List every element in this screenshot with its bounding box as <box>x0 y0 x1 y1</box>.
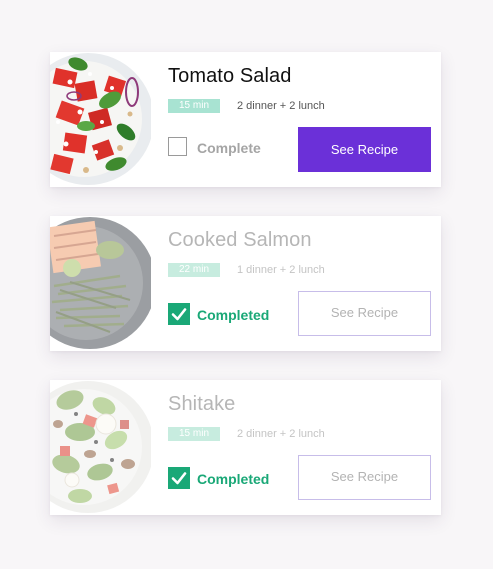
see-recipe-button[interactable]: See Recipe <box>298 291 431 336</box>
completed-checkbox[interactable] <box>168 467 190 489</box>
prep-time-badge: 15 min <box>168 99 220 113</box>
salmon-photo <box>50 216 151 351</box>
servings-text: 2 dinner + 2 lunch <box>237 100 325 112</box>
recipe-card-shitake: Shitake 15 min 2 dinner + 2 lunch Comple… <box>50 380 441 515</box>
tomato-salad-photo <box>50 52 151 187</box>
completed-checkbox[interactable] <box>168 303 190 325</box>
complete-label: Complete <box>197 140 261 156</box>
completed-label: Completed <box>197 471 270 487</box>
completed-label: Completed <box>197 307 270 323</box>
see-recipe-button[interactable]: See Recipe <box>298 455 431 500</box>
shitake-salad-photo <box>50 380 151 515</box>
recipe-title: Shitake <box>168 393 236 415</box>
check-icon <box>171 308 187 321</box>
prep-time-badge: 15 min <box>168 427 220 441</box>
check-icon <box>171 472 187 485</box>
recipe-card-tomato-salad: Tomato Salad 15 min 2 dinner + 2 lunch C… <box>50 52 441 187</box>
servings-text: 2 dinner + 2 lunch <box>237 428 325 440</box>
recipe-card-cooked-salmon: Cooked Salmon 22 min 1 dinner + 2 lunch … <box>50 216 441 351</box>
recipe-title: Cooked Salmon <box>168 229 312 251</box>
recipe-title: Tomato Salad <box>168 65 292 87</box>
see-recipe-button[interactable]: See Recipe <box>298 127 431 172</box>
prep-time-badge: 22 min <box>168 263 220 277</box>
complete-checkbox[interactable] <box>168 137 187 156</box>
servings-text: 1 dinner + 2 lunch <box>237 264 325 276</box>
